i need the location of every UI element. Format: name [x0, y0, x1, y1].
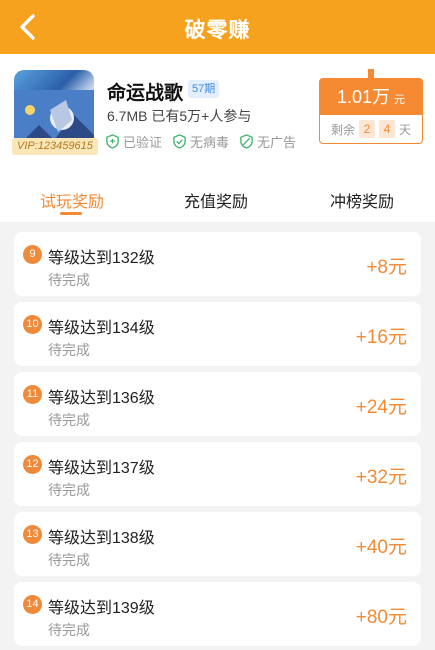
task-name: 等级达到138级: [48, 530, 155, 547]
task-status: 待完成: [48, 412, 90, 428]
task-reward: +80元: [355, 607, 407, 628]
list-item[interactable]: 9 等级达到132级 待完成 +8元: [14, 232, 421, 296]
task-status: 待完成: [48, 622, 90, 638]
top-bar: 破零赚: [0, 0, 435, 54]
task-name: 等级达到136级: [48, 390, 155, 407]
task-number-badge: 14: [23, 595, 42, 614]
list-item[interactable]: 13 等级达到138级 待完成 +40元: [14, 512, 421, 576]
task-reward: +24元: [355, 397, 407, 418]
task-number-badge: 9: [23, 245, 42, 264]
task-status: 待完成: [48, 342, 90, 358]
tag-verified: 已验证: [105, 132, 162, 151]
tab-underline: [60, 212, 82, 215]
task-reward: +40元: [355, 537, 407, 558]
reward-pin: [368, 69, 374, 81]
task-status: 待完成: [48, 482, 90, 498]
task-name: 等级达到134级: [48, 320, 155, 337]
list-item[interactable]: 14 等级达到139级 待完成 +80元: [14, 582, 421, 646]
game-name: 命运战歌: [107, 83, 184, 104]
reward-tabs: 试玩奖励 充值奖励 冲榜奖励: [0, 176, 435, 222]
task-number-badge: 11: [23, 385, 42, 404]
reward-amount: 1.01万元: [320, 79, 422, 115]
task-number-badge: 13: [23, 525, 42, 544]
tab-ranking-reward[interactable]: 冲榜奖励: [330, 188, 394, 212]
tab-trial-reward[interactable]: 试玩奖励: [40, 188, 104, 212]
game-tags: 已验证 无病毒 无广告: [105, 132, 296, 151]
reward-pool-box[interactable]: 1.01万元 剩余 2 4 天: [319, 69, 423, 144]
remaining-days: 剩余 2 4 天: [330, 120, 412, 138]
days-digit-1: 2: [359, 120, 375, 138]
tag-no-ads: 无广告: [239, 132, 296, 151]
tab-recharge-reward[interactable]: 充值奖励: [184, 188, 248, 212]
no-ads-shield-icon: [240, 134, 253, 149]
tag-no-virus: 无病毒: [172, 132, 229, 151]
days-digit-2: 4: [379, 120, 395, 138]
task-number-badge: 12: [23, 455, 42, 474]
participants-count: 已有5万+人参与: [151, 108, 252, 124]
vip-id-tag: VIP:123459615: [12, 138, 98, 155]
task-status: 待完成: [48, 272, 90, 288]
list-item[interactable]: 10 等级达到134级 待完成 +16元: [14, 302, 421, 366]
task-number-badge: 10: [23, 315, 42, 334]
task-reward: +16元: [355, 327, 407, 348]
task-name: 等级达到137级: [48, 460, 155, 477]
task-reward: +8元: [366, 257, 407, 278]
game-size: 6.7MB: [107, 108, 148, 124]
task-name: 等级达到132级: [48, 250, 155, 267]
list-item[interactable]: 12 等级达到137级 待完成 +32元: [14, 442, 421, 506]
list-item[interactable]: 11 等级达到136级 待完成 +24元: [14, 372, 421, 436]
task-reward: +32元: [355, 467, 407, 488]
game-meta: 6.7MB 已有5万+人参与: [107, 106, 251, 126]
task-name: 等级达到139级: [48, 600, 155, 617]
check-shield-icon: [173, 134, 186, 149]
task-status: 待完成: [48, 552, 90, 568]
page-title: 破零赚: [184, 19, 251, 42]
task-list: 9 等级达到132级 待完成 +8元 10 等级达到134级 待完成 +16元 …: [0, 222, 435, 650]
verified-shield-icon: [106, 134, 119, 149]
issue-badge: 57期: [188, 80, 220, 98]
